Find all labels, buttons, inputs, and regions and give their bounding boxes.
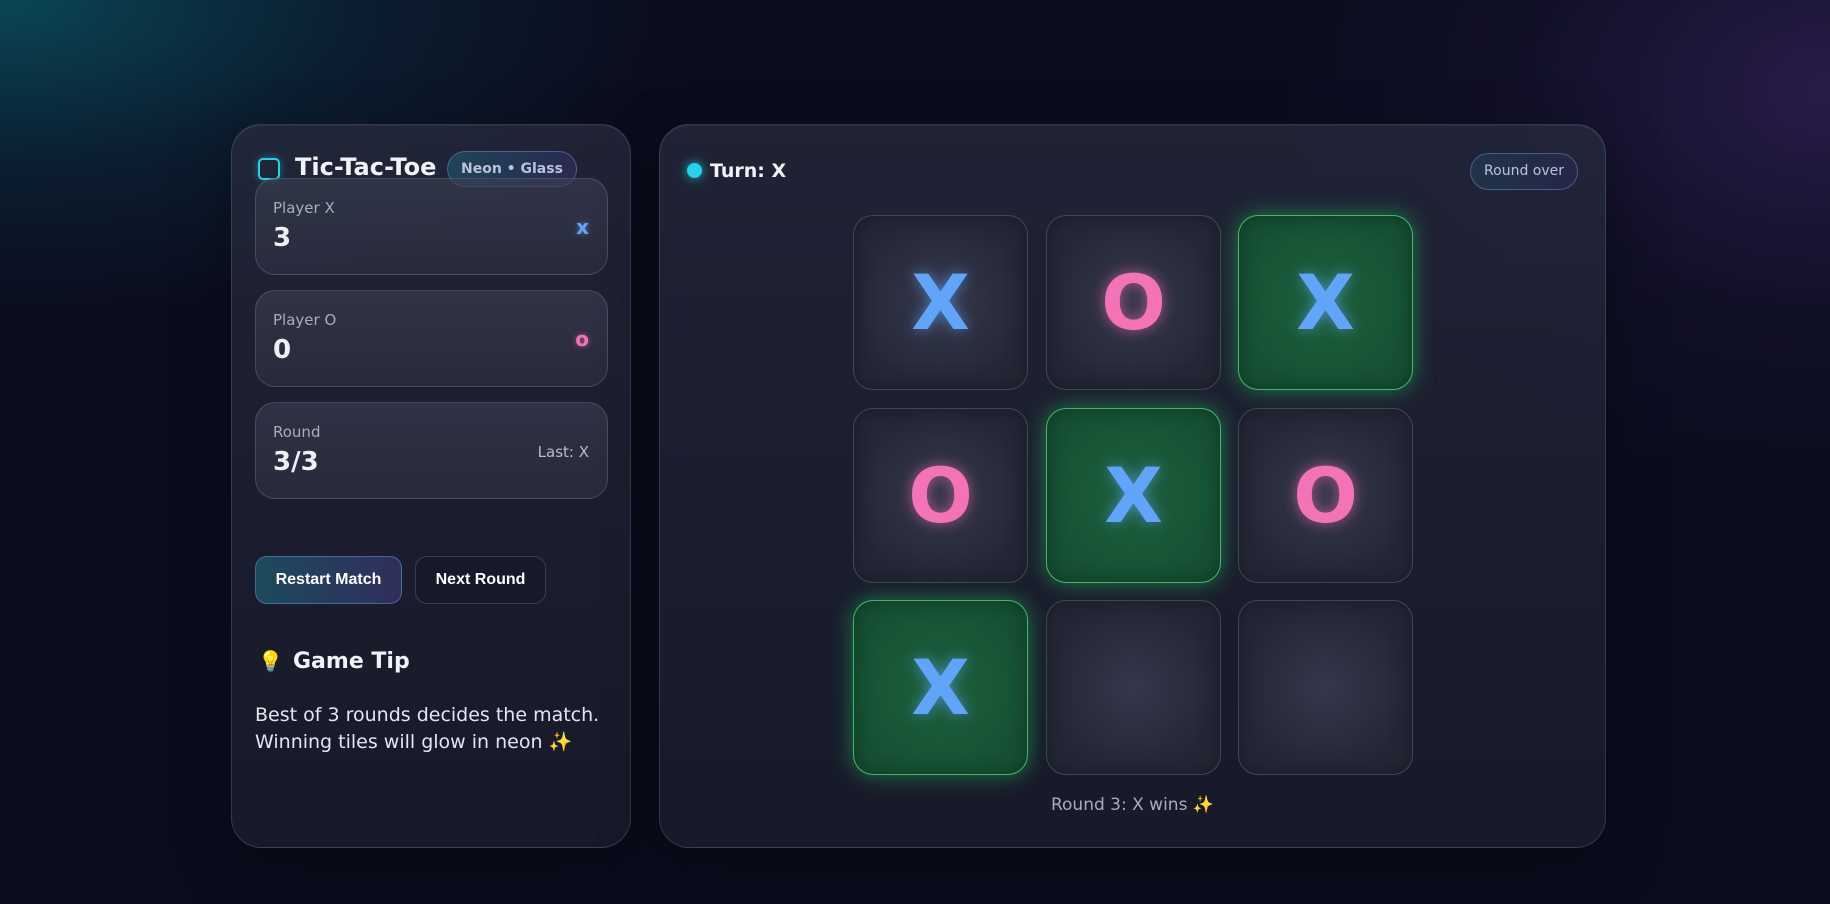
round-card: Round 3/3 Last: X bbox=[255, 402, 608, 499]
cell-mark: X bbox=[911, 642, 970, 732]
cell-mark: O bbox=[1101, 257, 1166, 347]
restart-match-button[interactable]: Restart Match bbox=[255, 556, 402, 604]
cell-mark: X bbox=[1104, 450, 1163, 540]
player-o-label: Player O bbox=[273, 311, 337, 329]
player-o-mark: o bbox=[575, 327, 589, 351]
board-cell-8[interactable] bbox=[1046, 600, 1221, 775]
turn-indicator-dot bbox=[687, 163, 702, 178]
cell-mark: X bbox=[1296, 257, 1355, 347]
tip-text: Best of 3 rounds decides the match. Winn… bbox=[255, 704, 600, 753]
player-o-score: 0 bbox=[273, 335, 292, 365]
player-x-card: Player X 3 x bbox=[255, 178, 608, 275]
board-cell-5[interactable]: X bbox=[1046, 408, 1221, 583]
player-x-label: Player X bbox=[273, 199, 335, 217]
last-winner: Last: X bbox=[537, 443, 589, 461]
board-cell-4[interactable]: O bbox=[853, 408, 1028, 583]
side-panel: Tic-Tac-Toe Neon • Glass Player X 3 x Pl… bbox=[231, 124, 631, 848]
round-value: 3/3 bbox=[273, 447, 319, 477]
board-cell-9[interactable] bbox=[1238, 600, 1413, 775]
round-result-message: Round 3: X wins ✨ bbox=[1050, 795, 1215, 815]
logo-icon bbox=[258, 158, 280, 180]
player-x-score: 3 bbox=[273, 223, 292, 253]
cell-mark: X bbox=[911, 257, 970, 347]
cell-mark: O bbox=[1293, 450, 1358, 540]
board-cell-2[interactable]: O bbox=[1046, 215, 1221, 390]
app-title: Tic-Tac-Toe bbox=[295, 153, 437, 181]
round-status-badge: Round over bbox=[1470, 153, 1578, 190]
board-cell-6[interactable]: O bbox=[1238, 408, 1413, 583]
lightbulb-icon: 💡 bbox=[258, 649, 283, 673]
player-x-mark: x bbox=[576, 215, 589, 239]
cell-mark: O bbox=[908, 450, 973, 540]
turn-indicator: Turn: X bbox=[710, 160, 787, 182]
player-o-card: Player O 0 o bbox=[255, 290, 608, 387]
board-cell-1[interactable]: X bbox=[853, 215, 1028, 390]
tip-title: Game Tip bbox=[293, 649, 410, 674]
next-round-button[interactable]: Next Round bbox=[415, 556, 546, 604]
board-cell-3[interactable]: X bbox=[1238, 215, 1413, 390]
round-label: Round bbox=[273, 423, 321, 441]
board-panel: Turn: X Round over X O X O X O X Round 3… bbox=[659, 124, 1606, 848]
board-cell-7[interactable]: X bbox=[853, 600, 1028, 775]
